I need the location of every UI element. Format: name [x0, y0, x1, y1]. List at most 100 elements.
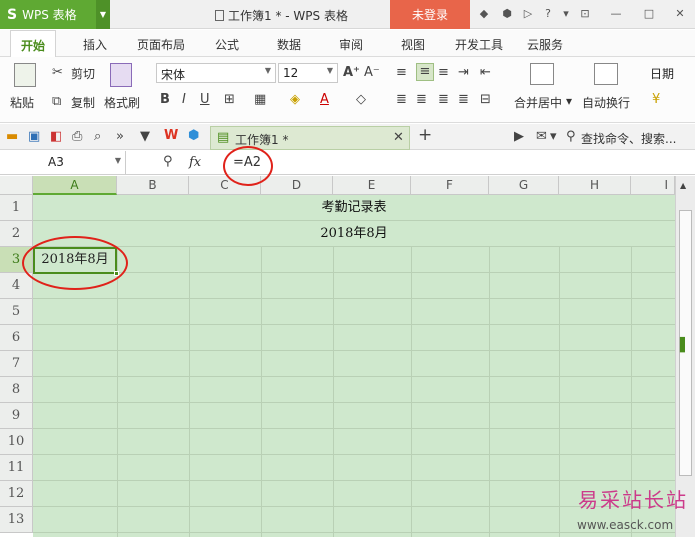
- bold-icon[interactable]: B: [160, 92, 170, 108]
- chevron-down-icon[interactable]: ▾: [566, 94, 572, 108]
- row-header-12[interactable]: 12: [0, 481, 33, 507]
- merge-center-button[interactable]: 合并居中: [514, 94, 562, 111]
- cell-merged-row2[interactable]: 2018年8月: [33, 221, 675, 246]
- format-painter-button[interactable]: 格式刷: [104, 94, 140, 111]
- merge-center-icon[interactable]: [530, 63, 554, 85]
- new-tab-icon[interactable]: +: [418, 127, 432, 144]
- align-middle-icon[interactable]: ≡: [416, 63, 434, 81]
- distributed-icon[interactable]: ⊟: [480, 92, 491, 108]
- close-icon[interactable]: ✕: [674, 8, 686, 20]
- share-icon[interactable]: ▷: [522, 8, 534, 20]
- border-icon[interactable]: ⊞: [224, 92, 235, 108]
- help-icon[interactable]: ?: [542, 8, 554, 20]
- font-color-icon[interactable]: A: [320, 92, 329, 108]
- number-format-select[interactable]: 日期: [646, 63, 686, 83]
- row-header-2[interactable]: 2: [0, 221, 33, 247]
- minimize-icon[interactable]: —: [610, 8, 622, 20]
- row-header-6[interactable]: 6: [0, 325, 33, 351]
- font-name-select[interactable]: 宋体 ▼: [156, 63, 276, 83]
- save-icon[interactable]: ▣: [28, 129, 40, 145]
- row-header-8[interactable]: 8: [0, 377, 33, 403]
- column-header-a[interactable]: A: [33, 176, 117, 195]
- wps-home-icon[interactable]: W: [164, 128, 178, 144]
- login-button[interactable]: 未登录: [390, 0, 470, 29]
- format-painter-icon[interactable]: [110, 63, 132, 87]
- justify-icon[interactable]: ≣: [458, 92, 469, 108]
- cut-button[interactable]: 剪切: [71, 65, 95, 82]
- wrap-text-button[interactable]: 自动换行: [582, 94, 630, 111]
- folder-icon[interactable]: ▬: [6, 129, 18, 145]
- column-header-g[interactable]: G: [489, 176, 559, 195]
- fill-color-icon[interactable]: ◈: [290, 92, 300, 108]
- cell-style-icon[interactable]: ▦: [254, 92, 266, 108]
- tab-review[interactable]: 审阅: [339, 36, 363, 53]
- mail-icon[interactable]: ✉: [536, 129, 547, 145]
- skin-icon[interactable]: ◆: [478, 8, 490, 20]
- row-header-4[interactable]: 4: [0, 273, 33, 299]
- print-preview-icon[interactable]: ⌕: [94, 129, 101, 145]
- tab-start[interactable]: 开始: [10, 30, 57, 58]
- close-icon[interactable]: ✕: [393, 130, 404, 146]
- tab-data[interactable]: 数据: [277, 36, 301, 53]
- watermark-title: 易采站长站: [578, 488, 688, 512]
- settings-icon[interactable]: ⬢: [501, 8, 513, 20]
- print-icon[interactable]: ⎙: [72, 129, 82, 145]
- tab-developer[interactable]: 开发工具: [455, 36, 503, 53]
- search-icon: ⚲: [566, 129, 576, 144]
- column-header-f[interactable]: F: [411, 176, 489, 195]
- row-header-13[interactable]: 13: [0, 507, 33, 533]
- tab-cloud[interactable]: 云服务: [527, 36, 563, 53]
- italic-icon[interactable]: I: [182, 92, 186, 108]
- decrease-font-icon[interactable]: A⁻: [364, 65, 380, 81]
- row-header-5[interactable]: 5: [0, 299, 33, 325]
- tab-page-layout[interactable]: 页面布局: [137, 36, 185, 53]
- column-header-e[interactable]: E: [333, 176, 411, 195]
- row-header-9[interactable]: 9: [0, 403, 33, 429]
- clear-format-icon[interactable]: ◇: [356, 92, 366, 108]
- chevron-down-icon[interactable]: ▾: [560, 8, 572, 20]
- column-header-b[interactable]: B: [117, 176, 189, 195]
- tab-formulas[interactable]: 公式: [215, 36, 239, 53]
- currency-format-icon[interactable]: ¥: [652, 92, 660, 108]
- chevron-down-icon[interactable]: ▾: [550, 129, 557, 145]
- column-header-i[interactable]: I: [631, 176, 675, 195]
- tab-view[interactable]: 视图: [401, 36, 425, 53]
- cube-icon[interactable]: ⬢: [188, 128, 199, 144]
- row-header-7[interactable]: 7: [0, 351, 33, 377]
- row-header-10[interactable]: 10: [0, 429, 33, 455]
- outdent-icon[interactable]: ⇤: [480, 65, 491, 81]
- align-bottom-icon[interactable]: ≡: [438, 65, 449, 81]
- align-top-icon[interactable]: ≡: [396, 65, 407, 81]
- align-center-icon[interactable]: ≣: [416, 92, 427, 108]
- command-search-input[interactable]: 查找命令、搜索...: [581, 130, 676, 147]
- zoom-icon[interactable]: ⚲: [163, 154, 173, 170]
- paste-icon[interactable]: [14, 63, 36, 87]
- copy-button[interactable]: 复制: [71, 94, 95, 111]
- row-header-1[interactable]: 1: [0, 195, 33, 221]
- cell-merged-row1[interactable]: 考勤记录表: [33, 195, 675, 220]
- select-all-corner[interactable]: [0, 176, 33, 195]
- chevron-down-icon[interactable]: ▼: [140, 129, 150, 145]
- restore-mode-icon[interactable]: ⊡: [579, 8, 591, 20]
- column-header-h[interactable]: H: [559, 176, 631, 195]
- video-icon[interactable]: ▶: [514, 129, 524, 145]
- align-left-icon[interactable]: ≣: [396, 92, 407, 108]
- indent-icon[interactable]: ⇥: [458, 65, 469, 81]
- tab-insert[interactable]: 插入: [83, 36, 107, 53]
- more-icon[interactable]: »: [116, 129, 124, 145]
- maximize-icon[interactable]: □: [643, 8, 655, 20]
- name-box[interactable]: A3 ▼: [0, 151, 126, 174]
- export-pdf-icon[interactable]: ◧: [50, 129, 62, 145]
- underline-icon[interactable]: U: [200, 92, 210, 108]
- column-header-d[interactable]: D: [261, 176, 333, 195]
- row-header-11[interactable]: 11: [0, 455, 33, 481]
- wrap-text-icon[interactable]: [594, 63, 618, 85]
- align-right-icon[interactable]: ≣: [438, 92, 449, 108]
- chevron-down-icon[interactable]: ▼: [96, 0, 110, 29]
- increase-font-icon[interactable]: A⁺: [343, 65, 360, 81]
- font-size-select[interactable]: 12 ▼: [278, 63, 338, 83]
- app-menu-button[interactable]: S WPS 表格 ▼: [0, 0, 110, 29]
- scroll-up-icon[interactable]: ▲: [680, 178, 686, 194]
- paste-button[interactable]: 粘贴: [10, 94, 34, 111]
- insert-function-button[interactable]: fx: [189, 155, 201, 170]
